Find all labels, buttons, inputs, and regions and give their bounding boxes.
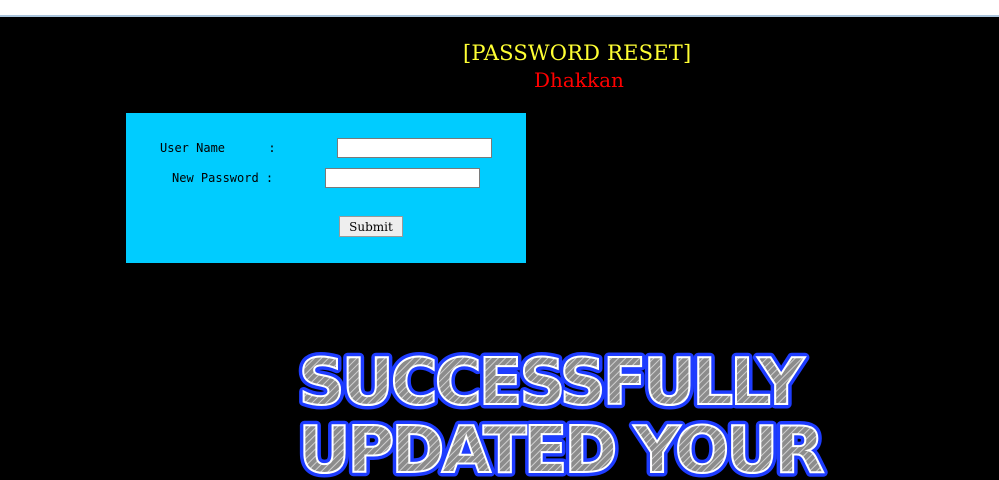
page-title: [PASSWORD RESET] xyxy=(463,41,692,65)
banner-line2: UPDATED YOUR xyxy=(298,414,823,480)
submit-button[interactable]: Submit xyxy=(339,216,403,237)
browser-top-strip xyxy=(0,0,999,17)
page-body: [PASSWORD RESET] Dhakkan User Name : New… xyxy=(0,17,999,480)
username-label: User Name : xyxy=(160,141,276,155)
new-password-input[interactable] xyxy=(325,168,480,188)
new-password-label: New Password : xyxy=(172,171,274,185)
password-reset-form: User Name : New Password : Submit xyxy=(126,113,526,263)
username-input[interactable] xyxy=(337,138,492,158)
success-banner-image: SUCCESSFULLY SUCCESSFULLY UPDATED YOUR U… xyxy=(294,342,831,480)
page-subtitle: Dhakkan xyxy=(534,68,624,92)
banner-line1: SUCCESSFULLY xyxy=(299,346,805,420)
